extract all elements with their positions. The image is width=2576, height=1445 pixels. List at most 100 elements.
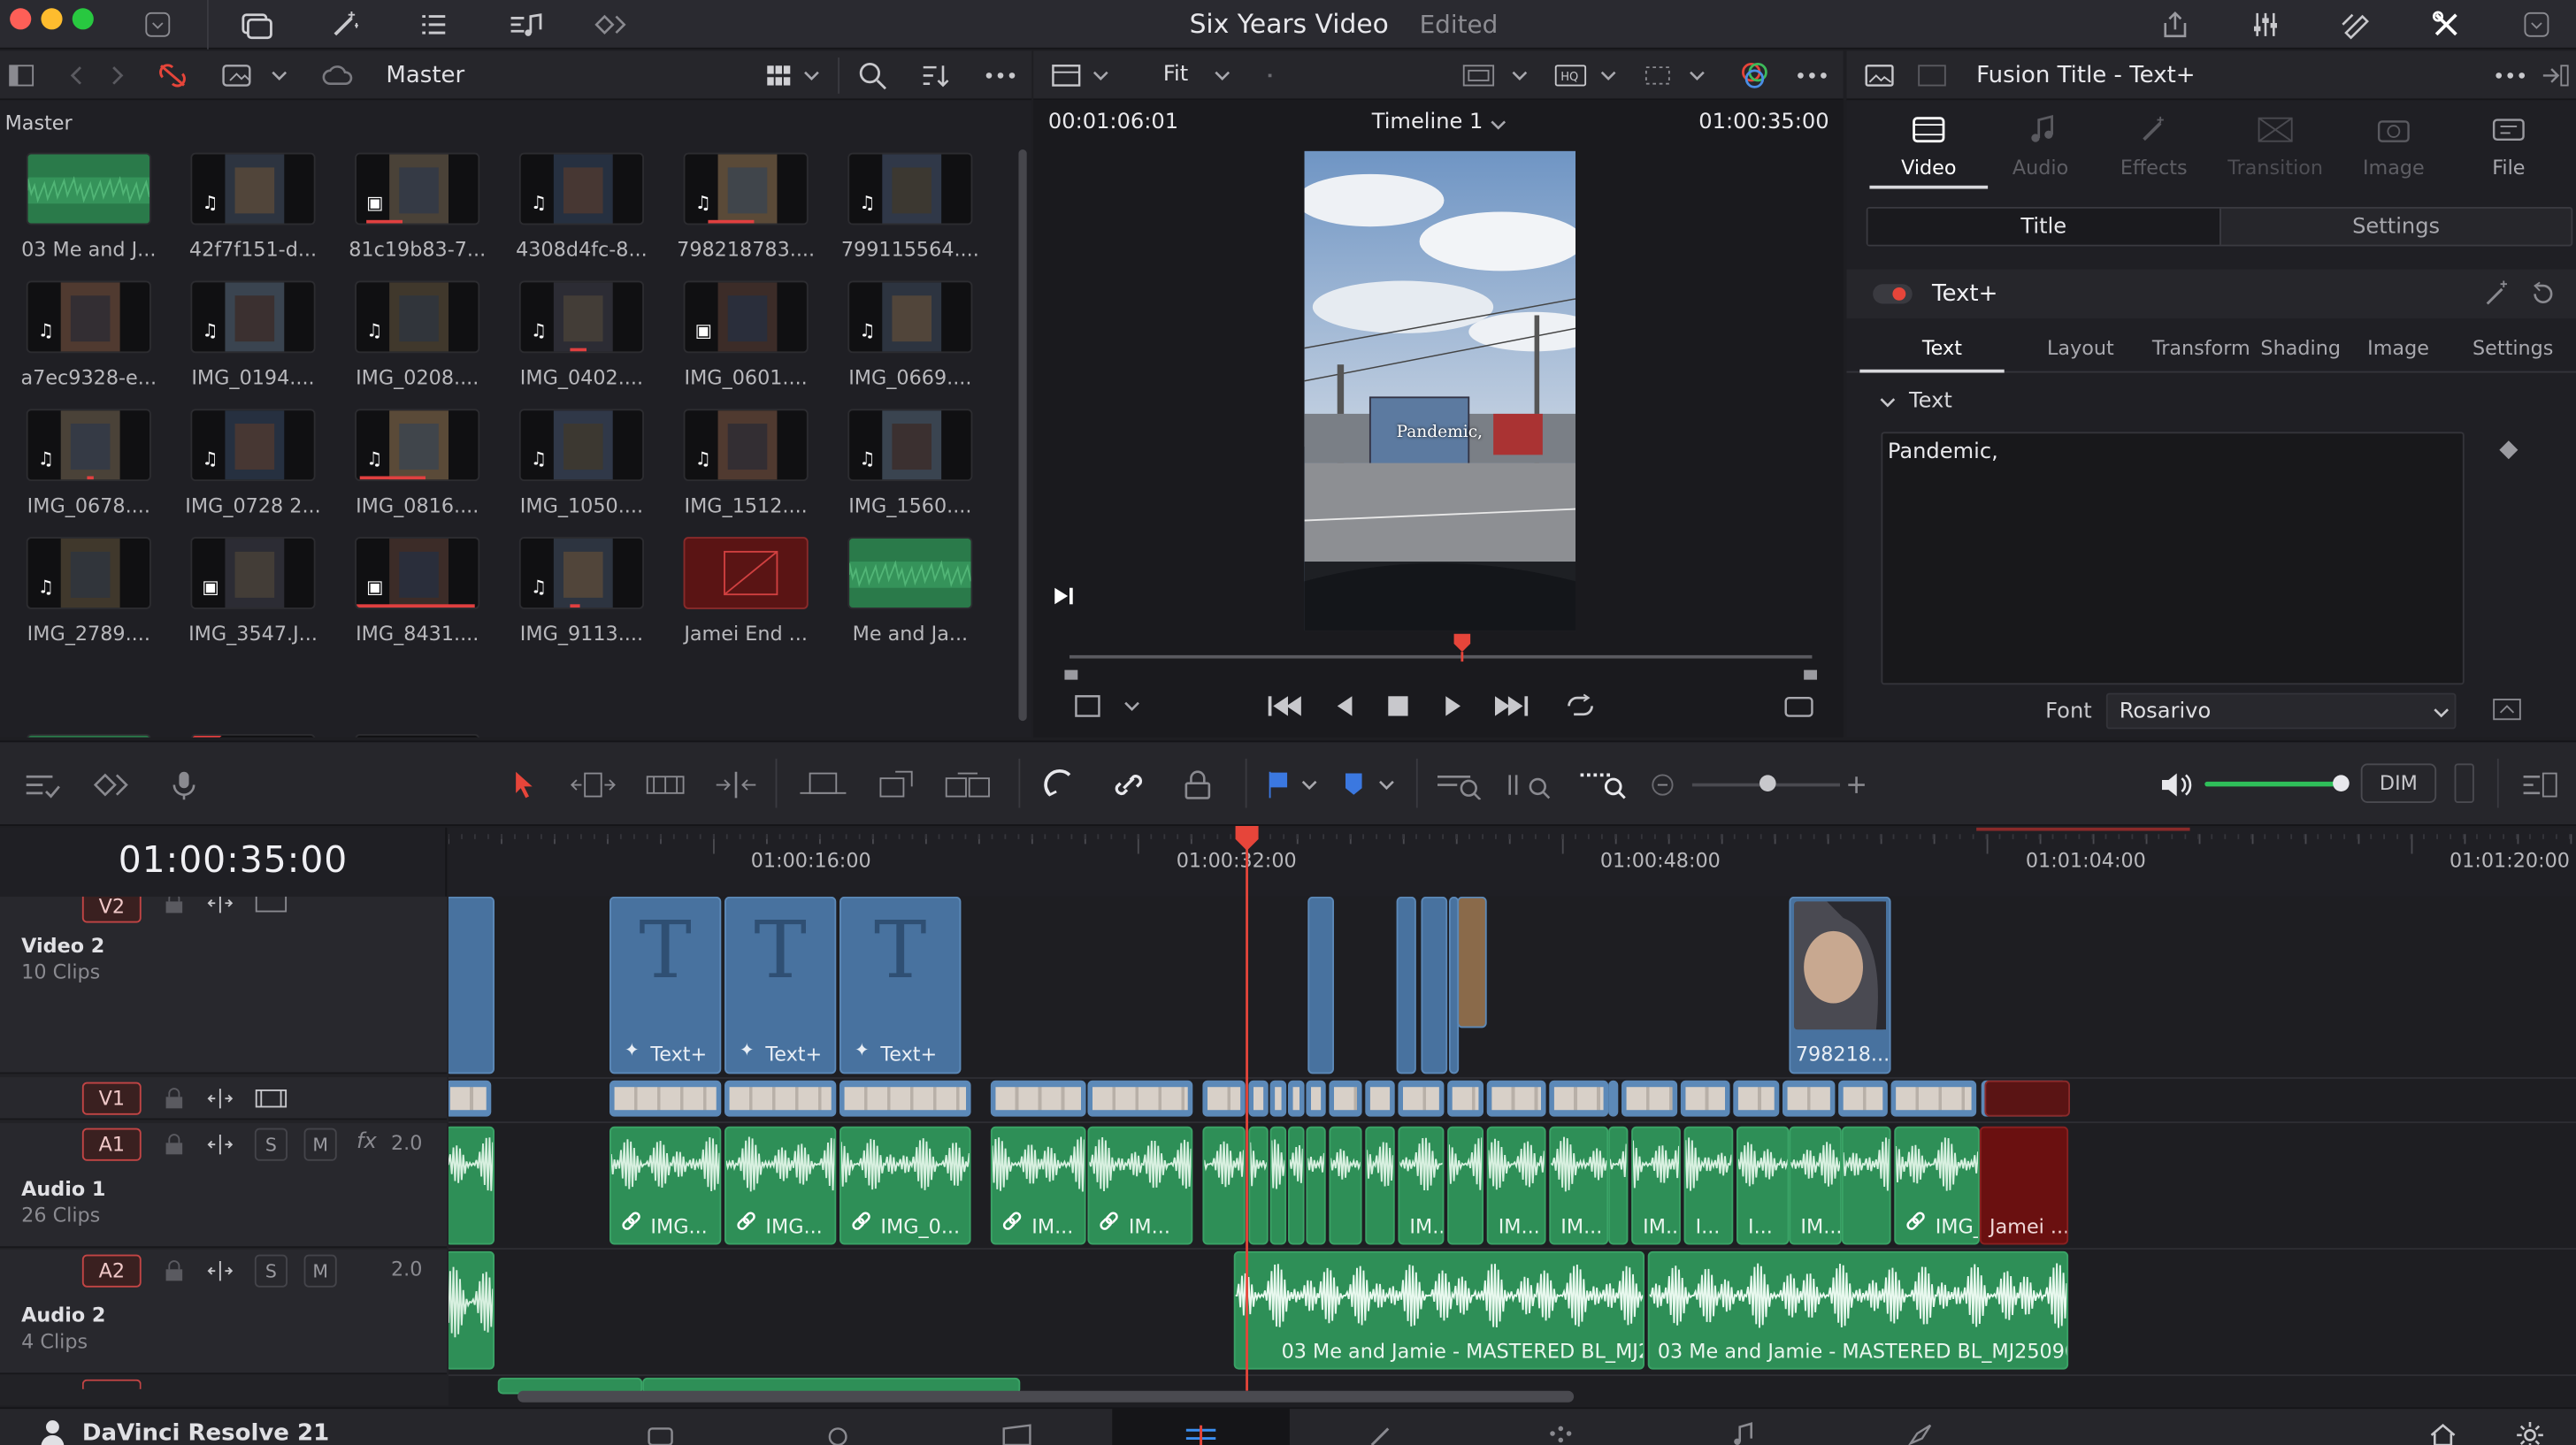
text-tab-text[interactable]: Text [1922, 337, 1962, 360]
track-badge-a2[interactable]: A2 [81, 1254, 142, 1288]
subtab-title[interactable]: Title [1867, 208, 2220, 245]
text-tab-transform[interactable]: Transform [2152, 337, 2250, 360]
v1-clip[interactable] [1288, 1080, 1305, 1117]
edit-page-film-icon[interactable] [999, 1420, 1039, 1445]
inspector-tab-video[interactable]: Video [1869, 110, 1989, 189]
media-thumbnail-video[interactable]: ♫ [26, 537, 151, 609]
timeline-options-icon[interactable] [19, 765, 65, 805]
media-thumbnail-video[interactable]: ♫ [683, 152, 809, 226]
media-thumbnail-video[interactable]: ♫ [190, 280, 316, 354]
chevron-down-icon[interactable] [1597, 63, 1620, 89]
forward-icon[interactable] [102, 61, 131, 90]
v1-clip[interactable] [1782, 1080, 1836, 1117]
a2-music-clip[interactable]: 03 Me and Jamie - MASTERED BL_MJ2... [1233, 1250, 1645, 1370]
minimize-window-button[interactable] [41, 8, 63, 30]
lock-icon[interactable] [161, 1258, 188, 1284]
color-wheel-icon[interactable] [1736, 59, 1773, 92]
v2-clip[interactable] [448, 896, 495, 1074]
hq-icon[interactable]: HQ [1552, 61, 1589, 90]
keyframe-track-icon[interactable] [92, 765, 138, 805]
magic-wand-icon[interactable] [2479, 278, 2515, 310]
chevron-down-icon[interactable] [1121, 693, 1144, 720]
media-thumbnail-video[interactable]: ♫ [847, 409, 973, 482]
volume-icon[interactable] [2157, 765, 2196, 805]
snapping-icon[interactable] [1039, 765, 1081, 805]
back-icon[interactable] [63, 61, 92, 90]
crop-icon[interactable] [1070, 688, 1106, 724]
a1-clip[interactable] [1608, 1126, 1629, 1245]
v1-clip[interactable] [1306, 1080, 1326, 1117]
v1-clip[interactable] [840, 1080, 971, 1117]
chevron-down-icon[interactable] [1487, 111, 1510, 138]
dynamic-trim-icon[interactable] [640, 765, 690, 805]
lock-icon[interactable] [161, 896, 188, 916]
zoom-in-icon[interactable] [1840, 768, 1873, 801]
media-thumbnail-video[interactable]: ♫ [190, 152, 316, 226]
import-icon[interactable] [220, 59, 260, 92]
replace-clip-icon[interactable] [939, 765, 995, 805]
keyframe-diamond-icon[interactable] [2499, 440, 2518, 460]
edit-page-tab-active[interactable] [1112, 1409, 1290, 1445]
fullscreen-window-button[interactable] [72, 8, 94, 30]
cut-page-icon[interactable] [820, 1420, 856, 1445]
sort-icon[interactable] [916, 59, 953, 92]
text-tab-layout[interactable]: Layout [2047, 337, 2114, 360]
zoom-detail-icon[interactable] [1505, 765, 1557, 805]
v2-clip-thumb[interactable] [1457, 896, 1487, 1028]
zoom-full-icon[interactable] [1432, 765, 1484, 805]
title-clip[interactable]: T ✦ Text+ [840, 896, 962, 1074]
transform-overlay-icon[interactable] [1639, 61, 1675, 90]
settings-gear-icon[interactable] [2512, 1420, 2549, 1445]
a1-clip[interactable]: IM... [1486, 1126, 1546, 1245]
a1-clip[interactable]: I... [1683, 1126, 1734, 1245]
inspector-tab-file[interactable]: File [2455, 110, 2564, 188]
media-thumbnail-image[interactable]: ▣ [683, 280, 809, 354]
v1-clip[interactable] [1608, 1080, 1619, 1117]
textplus-section-header[interactable]: Text+ [1846, 269, 2576, 319]
a2-music-clip[interactable]: 03 Me and Jamie - MASTERED BL_MJ250905..… [1647, 1250, 2069, 1370]
zoom-custom-icon[interactable] [1576, 765, 1631, 805]
timeline-selector[interactable]: Timeline 1 [1372, 110, 1484, 134]
sidebar-toggle-icon[interactable] [142, 8, 174, 41]
a1-clip[interactable]: IM... [1789, 1126, 1842, 1245]
a1-clip[interactable]: 🔗 IMG_0... [1894, 1126, 1980, 1245]
media-thumbnail-video[interactable]: ♫ [26, 409, 151, 482]
v1-clip[interactable] [1622, 1080, 1678, 1117]
track-header-v1[interactable]: V1 [0, 1077, 448, 1120]
chevron-down-icon[interactable] [268, 63, 291, 89]
marker-icon[interactable] [1338, 765, 1370, 805]
collapse-icon[interactable] [2518, 6, 2555, 42]
split-view-icon[interactable] [1915, 61, 1948, 90]
more-options-icon[interactable] [1792, 59, 1832, 92]
title-clip[interactable]: T ✦ Text+ [724, 896, 837, 1074]
more-options-icon[interactable] [981, 59, 1021, 92]
media-thumbnail-video[interactable]: ♫ [683, 409, 809, 482]
media-thumbnail-image[interactable]: ▣ [355, 537, 480, 609]
track-badge-v1[interactable]: V1 [81, 1082, 142, 1115]
v1-clip[interactable] [1365, 1080, 1395, 1117]
v1-clip[interactable] [1087, 1080, 1193, 1117]
viewer-scrubber[interactable] [1070, 654, 1813, 659]
chevron-down-icon[interactable] [1685, 63, 1708, 89]
effects-icon[interactable] [326, 6, 365, 42]
v1-clip[interactable] [1549, 1080, 1609, 1117]
a1-clip[interactable] [448, 1126, 495, 1245]
v2-clip[interactable] [1396, 896, 1416, 1074]
media-thumbnail-video[interactable]: ♫ [518, 537, 645, 609]
position-lock-icon[interactable] [1177, 765, 1219, 805]
mixer-icon[interactable] [2248, 6, 2284, 42]
font-dropdown[interactable]: Rosarivo [2105, 692, 2457, 730]
zoom-out-icon[interactable] [1646, 768, 1679, 801]
timeline-playhead[interactable] [1234, 824, 1261, 1391]
v1-clip[interactable] [1329, 1080, 1362, 1117]
v1-clip[interactable] [1890, 1080, 1977, 1117]
expand-panel-icon[interactable] [2536, 59, 2572, 92]
lock-icon[interactable] [161, 1131, 188, 1158]
play-to-end-icon[interactable] [1048, 581, 1077, 610]
media-thumbnail-video[interactable]: ♫ [190, 409, 316, 482]
zoom-slider[interactable] [1691, 775, 1841, 791]
audio-meter-toggle[interactable] [2454, 763, 2474, 803]
media-thumbnail-video[interactable]: ♫ [26, 280, 151, 354]
track-badge-v2[interactable]: V2 [81, 896, 142, 923]
fusion-page-icon[interactable] [1363, 1420, 1399, 1445]
